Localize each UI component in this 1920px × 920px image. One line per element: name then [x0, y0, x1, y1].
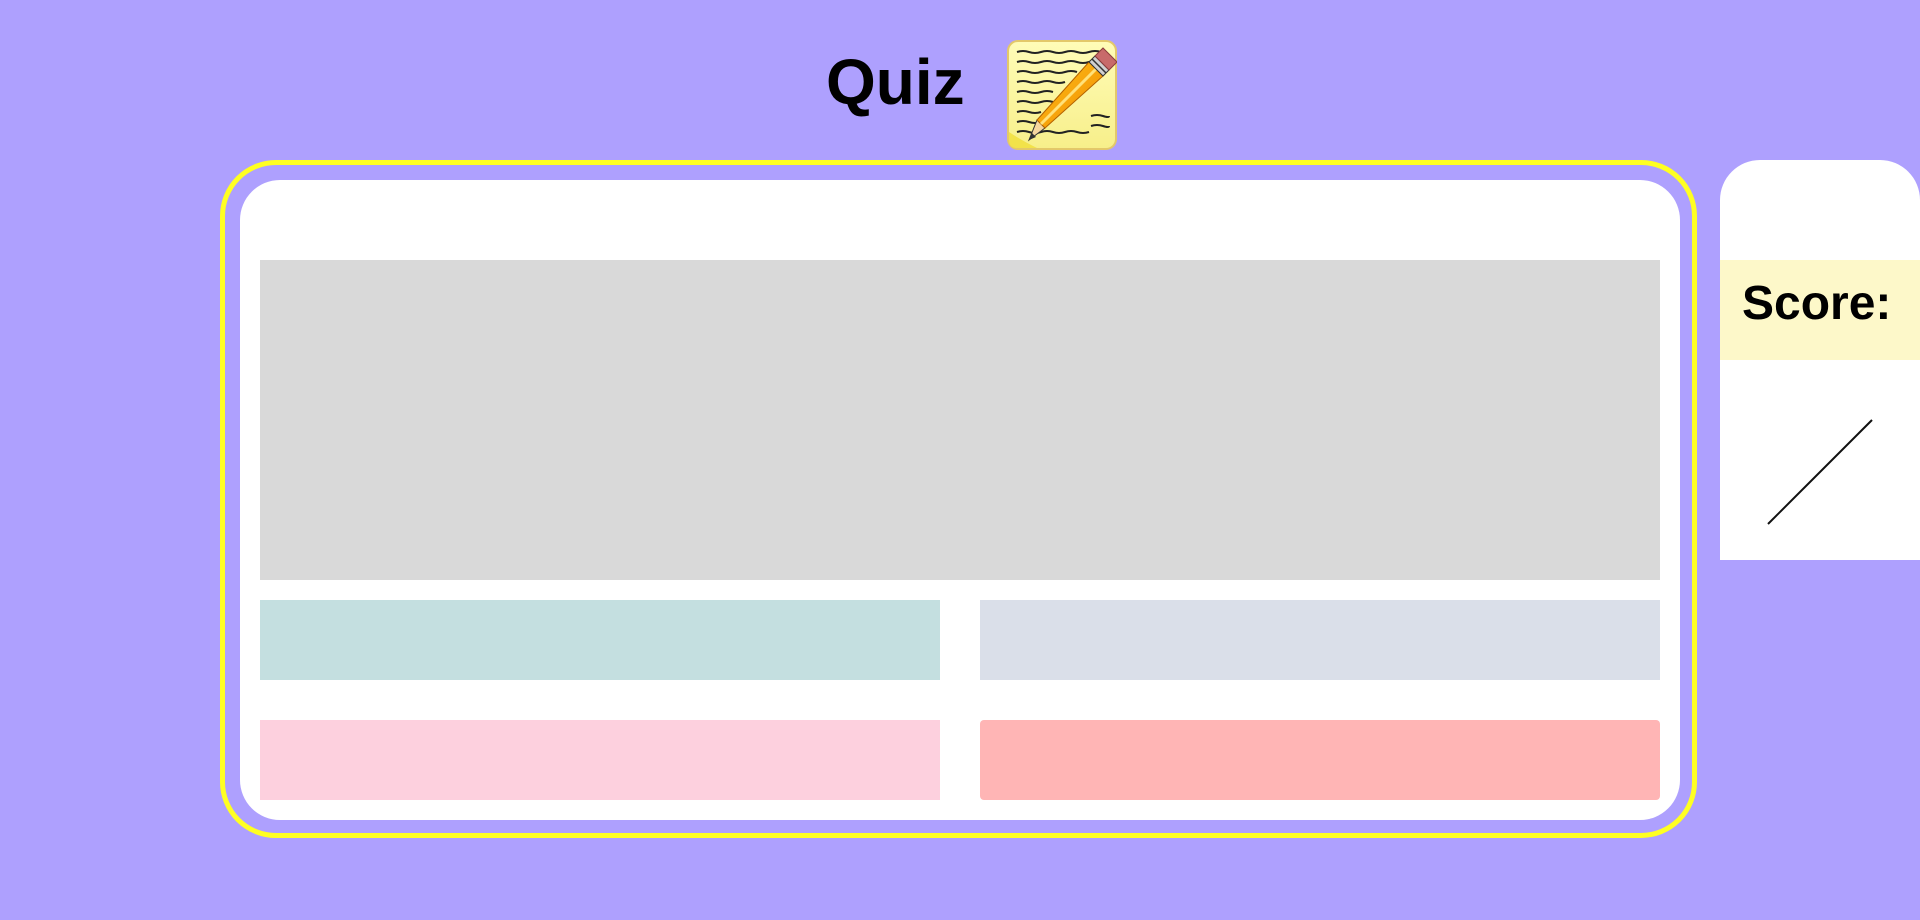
quiz-card	[240, 180, 1680, 820]
page-title: Quiz	[826, 46, 965, 118]
score-panel: Score:	[1720, 160, 1920, 560]
answer-button-4[interactable]	[980, 720, 1660, 800]
fraction-slash-icon	[1767, 419, 1873, 525]
answer-button-3[interactable]	[260, 720, 940, 800]
question-area	[260, 260, 1660, 580]
answer-button-2[interactable]	[980, 600, 1660, 680]
notepad-pencil-icon	[1007, 40, 1117, 150]
quiz-header: Quiz	[0, 40, 1920, 150]
score-label: Score:	[1742, 277, 1892, 330]
answer-button-1[interactable]	[260, 600, 940, 680]
